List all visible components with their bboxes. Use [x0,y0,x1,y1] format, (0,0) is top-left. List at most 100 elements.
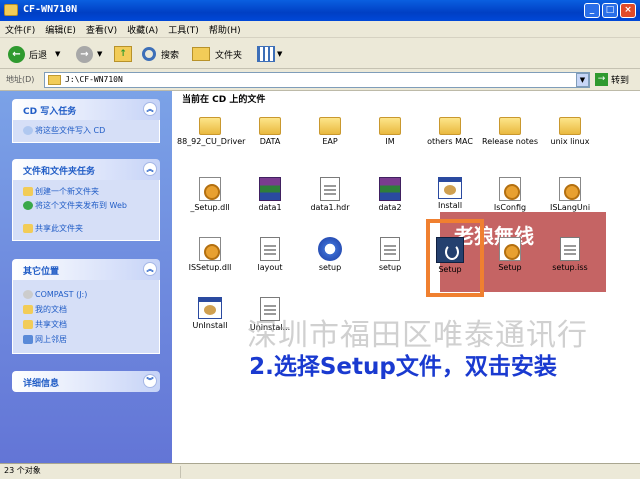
new-folder-link[interactable]: 创建一个新文件夹 [23,186,99,197]
folder-icon [192,47,210,61]
file-name: DATA [259,137,281,146]
file-name: EAP [322,137,338,146]
file-name: others MAC [427,137,473,146]
my-documents-link[interactable]: 我的文档 [23,304,67,315]
file-item[interactable]: data1.hdr [297,177,363,213]
doc-icon [320,177,340,201]
go-label: 转到 [611,76,630,86]
file-item[interactable]: setup [357,237,423,273]
go-button[interactable]: → 转到 [595,73,629,86]
views-button[interactable]: ▼ [257,44,282,64]
folders-label: 文件夹 [215,50,243,61]
file-item[interactable]: others MAC [417,117,483,147]
shared-documents-link[interactable]: 共享文档 [23,319,67,330]
search-button[interactable]: 搜索 [142,44,179,64]
maximize-button[interactable]: □ [602,3,618,18]
folder-icon [499,117,521,135]
file-name: IM [385,137,395,146]
expand-icon[interactable]: ︾ [143,374,157,388]
publish-web-link[interactable]: 将这个文件夹发布到 Web [23,200,143,211]
gear-icon [499,177,521,201]
file-item[interactable]: EAP [297,117,363,147]
close-button[interactable]: × [620,3,636,18]
file-name: data1 [258,203,282,212]
up-folder-button[interactable]: ↑ [114,44,132,64]
file-item[interactable]: IsConfig [477,177,543,213]
back-label: 后退 [29,50,48,61]
other-places-panel: COMPAST (J:) 我的文档 共享文档 网上邻居 [12,280,160,354]
other-places-header[interactable]: 其它位置 ︽ [12,259,160,280]
folder-icon [23,320,33,329]
file-item[interactable]: ISSetup.dll [177,237,243,273]
address-input[interactable]: J:\CF-WN710N [44,72,590,88]
address-dropdown-button[interactable]: ▼ [576,73,589,87]
menu-edit[interactable]: 编辑(E) [40,21,81,38]
menu-view[interactable]: 查看(V) [81,21,122,38]
file-tasks-header[interactable]: 文件和文件夹任务 ︽ [12,159,160,180]
file-item[interactable]: layout [237,237,303,273]
collapse-icon[interactable]: ︽ [143,262,157,276]
share-icon [23,224,33,233]
back-button[interactable]: ← 后退 ▼ [8,44,60,64]
file-name: 88_92_CU_Driver [177,137,246,146]
gear-icon [559,177,581,201]
collapse-icon[interactable]: ︽ [143,102,157,116]
file-item[interactable]: Setup [477,237,543,273]
drive-link[interactable]: COMPAST (J:) [23,289,87,300]
forward-button[interactable]: → ▼ [76,44,102,64]
dll-icon [199,177,221,201]
link-label: 共享文档 [35,320,67,329]
file-item[interactable]: data1 [237,177,303,213]
address-label: 地址(D) [6,75,35,84]
file-name: setup.iss [552,263,588,272]
views-icon [257,46,275,62]
details-header[interactable]: 详细信息 ︾ [12,371,160,392]
file-item[interactable]: ISLangUni [537,177,603,213]
cd-tasks-header[interactable]: CD 写入任务 ︽ [12,99,160,120]
minimize-button[interactable]: _ [584,3,600,18]
search-label: 搜索 [161,50,180,61]
folder-icon [48,75,61,85]
folder-icon [559,117,581,135]
menu-bar: 文件(F) 编辑(E) 查看(V) 收藏(A) 工具(T) 帮助(H) [0,21,640,38]
folder-icon [439,117,461,135]
file-item[interactable]: UnInstall [177,297,243,331]
gear-icon [499,237,521,261]
go-arrow-icon: → [595,73,608,86]
file-item[interactable]: data2 [357,177,423,213]
link-label: 网上邻居 [35,335,67,344]
file-item[interactable]: setup [297,237,363,273]
content-title: 当前在 CD 上的文件 [182,95,266,105]
folder-icon [319,117,341,135]
collapse-icon[interactable]: ︽ [143,162,157,176]
status-text: 23 个对象 [4,466,41,475]
file-name: _Setup.dll [190,203,230,212]
file-name: unix linux [550,137,590,146]
chevron-down-icon[interactable]: ▼ [55,50,60,58]
share-folder-link[interactable]: 共享此文件夹 [23,223,83,234]
address-bar: 地址(D) J:\CF-WN710N ▼ → 转到 [0,69,640,91]
write-to-cd-link[interactable]: 将这些文件写入 CD [23,125,105,136]
file-item[interactable]: setup.iss [537,237,603,273]
task-pane: CD 写入任务 ︽ 将这些文件写入 CD 文件和文件夹任务 ︽ 创建一个新文件夹… [0,91,172,463]
menu-help[interactable]: 帮助(H) [204,21,246,38]
chevron-down-icon[interactable]: ▼ [97,50,102,58]
file-item[interactable]: Release notes [477,117,543,147]
exe-icon [198,297,222,319]
file-item[interactable]: IM [357,117,423,147]
doc-icon [380,237,400,261]
file-item[interactable]: _Setup.dll [177,177,243,213]
file-item[interactable]: unix linux [537,117,603,147]
menu-favorites[interactable]: 收藏(A) [122,21,163,38]
file-item[interactable]: Install [417,177,483,211]
menu-file[interactable]: 文件(F) [0,21,40,38]
folder-icon [259,117,281,135]
menu-tools[interactable]: 工具(T) [163,21,204,38]
network-places-link[interactable]: 网上邻居 [23,334,67,345]
file-name: setup [378,263,402,272]
file-item[interactable]: 88_92_CU_Driver [177,117,246,147]
file-tasks-panel: 创建一个新文件夹 将这个文件夹发布到 Web 共享此文件夹 [12,180,160,241]
folders-button[interactable]: 文件夹 [192,44,242,64]
file-item[interactable]: DATA [237,117,303,147]
folder-icon [4,4,18,16]
